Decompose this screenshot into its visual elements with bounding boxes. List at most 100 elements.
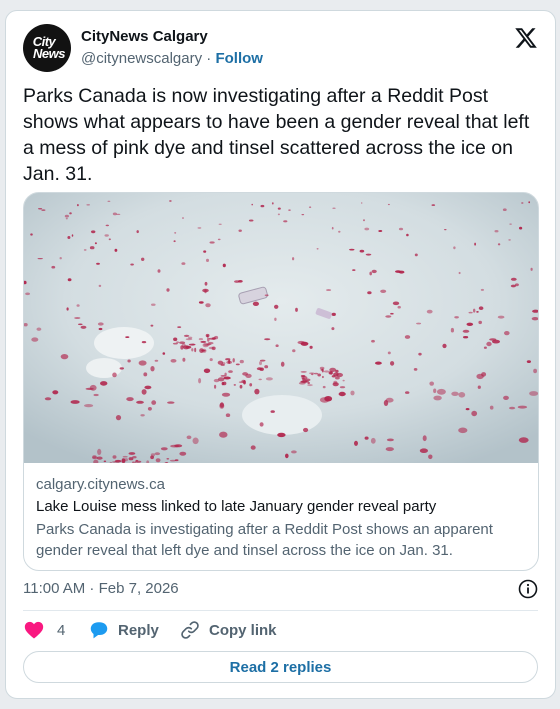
dye-speck	[331, 226, 334, 230]
dye-speck	[271, 202, 274, 205]
dye-speck	[112, 212, 117, 216]
dye-speck	[198, 301, 204, 304]
dye-speck	[480, 288, 484, 291]
read-replies-button[interactable]: Read 2 replies	[23, 651, 538, 683]
dye-speck	[397, 305, 401, 309]
dye-speck	[228, 370, 233, 373]
dye-speck	[292, 257, 295, 261]
dye-speck	[219, 403, 225, 409]
dye-speck	[238, 229, 242, 232]
dye-speck	[160, 447, 168, 451]
dye-speck	[225, 413, 231, 417]
dye-speck	[483, 346, 487, 349]
dye-speck	[383, 400, 389, 406]
dye-speck	[116, 213, 121, 215]
dye-speck	[465, 408, 470, 411]
dye-speck	[144, 385, 152, 390]
dye-speck	[426, 309, 433, 314]
dye-speck	[264, 294, 269, 297]
dye-speck	[264, 365, 269, 369]
avatar[interactable]: City News	[23, 24, 71, 72]
dye-speck	[332, 382, 339, 387]
reply-button[interactable]: Reply	[88, 619, 159, 641]
dye-speck	[125, 336, 130, 338]
dye-speck	[70, 400, 80, 404]
dye-speck	[38, 208, 43, 210]
dye-speck	[361, 202, 363, 204]
dye-speck	[194, 347, 197, 353]
dye-speck	[115, 415, 122, 421]
dye-speck	[44, 397, 52, 401]
action-bar: 4 Reply Copy link	[23, 619, 538, 645]
heart-icon	[24, 621, 44, 639]
dye-speck	[89, 246, 95, 250]
tweet-timestamp[interactable]: 11:00 AM · Feb 7, 2026	[23, 580, 179, 597]
dye-speck	[521, 202, 524, 204]
dye-speck	[371, 269, 377, 274]
dye-speck	[463, 336, 469, 339]
dye-speck	[173, 240, 176, 243]
dye-speck	[309, 345, 313, 349]
dye-speck	[83, 249, 87, 251]
dye-speck	[320, 368, 324, 371]
x-logo-icon[interactable]	[514, 26, 538, 50]
dye-speck	[177, 326, 182, 328]
dye-speck	[502, 208, 507, 211]
dye-speck	[428, 454, 433, 460]
dye-speck	[468, 311, 473, 314]
dye-speck	[100, 381, 108, 386]
follow-link[interactable]: Follow	[215, 50, 263, 67]
dye-speck	[352, 269, 356, 271]
dye-speck	[233, 384, 236, 386]
dye-speck	[222, 263, 226, 268]
dye-speck	[31, 337, 39, 342]
dye-speck	[385, 315, 392, 318]
link-preview-card[interactable]: calgary.citynews.ca Lake Louise mess lin…	[23, 192, 539, 571]
dye-speck	[226, 360, 233, 364]
dye-speck	[237, 280, 243, 283]
dye-speck	[203, 250, 207, 253]
dye-speck	[185, 338, 193, 341]
dye-speck	[380, 289, 387, 293]
dye-speck	[209, 358, 213, 362]
dye-speck	[316, 248, 319, 250]
dye-speck	[220, 375, 226, 377]
dye-speck	[97, 448, 102, 455]
dye-speck	[223, 376, 231, 380]
dye-speck	[141, 341, 147, 344]
dye-speck	[288, 209, 291, 211]
author-name[interactable]: CityNews Calgary	[81, 28, 208, 45]
copy-link-button[interactable]: Copy link	[179, 619, 277, 641]
dye-speck	[112, 461, 118, 463]
dye-speck	[80, 325, 87, 329]
dye-speck	[359, 249, 365, 253]
handle-separator: ·	[206, 50, 212, 67]
dye-speck	[94, 242, 97, 245]
dye-speck	[387, 203, 390, 206]
dye-speck	[453, 246, 456, 250]
dye-speck	[390, 312, 394, 315]
dye-speck	[364, 436, 369, 440]
dye-speck	[422, 435, 427, 442]
dye-speck	[431, 204, 436, 206]
dye-speck	[471, 410, 478, 417]
dye-speck	[497, 243, 501, 246]
dye-speck	[450, 327, 454, 333]
dye-speck	[301, 214, 305, 216]
dye-speck	[173, 337, 178, 342]
dye-speck	[333, 372, 339, 377]
divider	[23, 610, 538, 611]
dye-speck	[66, 307, 69, 311]
dye-speck	[509, 223, 512, 225]
dye-speck	[71, 234, 74, 237]
dye-speck	[59, 257, 62, 260]
dye-speck	[217, 377, 225, 382]
info-icon[interactable]	[518, 579, 538, 599]
dye-speck	[207, 337, 210, 342]
dye-speck	[205, 303, 211, 308]
author-handle[interactable]: @citynewscalgary	[81, 50, 202, 67]
dye-speck	[198, 378, 202, 384]
dye-speck	[385, 447, 394, 452]
like-button[interactable]: 4	[23, 619, 65, 641]
dye-speck	[503, 395, 509, 400]
